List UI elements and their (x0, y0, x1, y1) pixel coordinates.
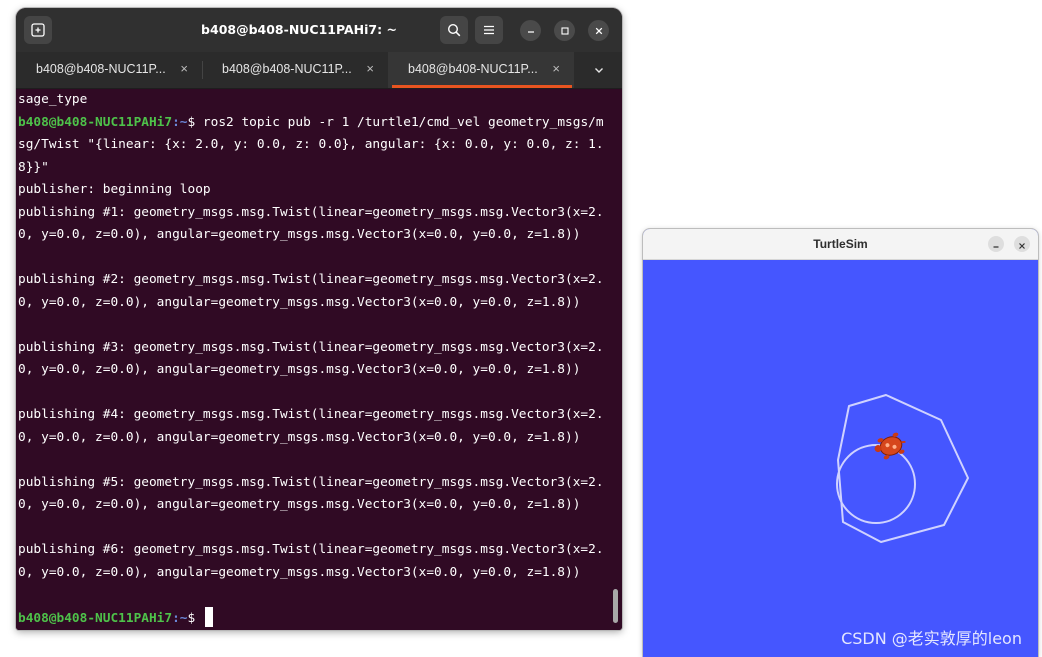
line-text: 0, y=0.0, z=0.0), angular=geometry_msgs.… (18, 227, 581, 242)
line-text: 0, y=0.0, z=0.0), angular=geometry_msgs.… (18, 497, 581, 512)
output-line: publishing #4: geometry_msgs.msg.Twist(l… (18, 404, 604, 427)
tabs-dropdown-button[interactable] (584, 52, 614, 88)
output-line: sage_type (18, 89, 604, 112)
turtlesim-title: TurtleSim (813, 237, 868, 251)
output-line: 0, y=0.0, z=0.0), angular=geometry_msgs.… (18, 427, 604, 450)
line-text: 0, y=0.0, z=0.0), angular=geometry_msgs.… (18, 429, 581, 445)
line-text: publishing #4: geometry_msgs.msg.Twist(l… (18, 407, 604, 422)
output-line: publishing #5: geometry_msgs.msg.Twist(l… (18, 472, 604, 495)
terminal-tab-3-active[interactable]: b408@b408-NUC11P... × (388, 52, 574, 88)
terminal-window-title: b408@b408-NUC11PAHi7: ~ (201, 22, 397, 37)
line-text: 0, y=0.0, z=0.0), angular=geometry_msgs.… (18, 362, 581, 377)
line-text: 8}}" (18, 159, 49, 175)
circle-trail (836, 444, 916, 524)
maximize-icon (560, 21, 570, 40)
line-text: sage_type (18, 92, 88, 107)
output-line: sg/Twist "{linear: {x: 2.0, y: 0.0, z: 0… (18, 134, 604, 157)
prompt-path: :~ (172, 610, 188, 626)
terminal-tab-1[interactable]: b408@b408-NUC11P... × (16, 52, 202, 88)
output-line: 0, y=0.0, z=0.0), angular=geometry_msgs.… (18, 359, 604, 382)
hamburger-menu-icon (483, 24, 495, 36)
line-text: publishing #1: geometry_msgs.msg.Twist(l… (18, 204, 604, 220)
tab-close-icon[interactable]: × (180, 52, 188, 86)
prompt-line: b408@b408-NUC11PAHi7:~$ (18, 606, 604, 630)
output-line: 0, y=0.0, z=0.0), angular=geometry_msgs.… (18, 292, 604, 315)
output-line: publishing #6: geometry_msgs.msg.Twist(l… (18, 539, 604, 562)
tab-label: b408@b408-NUC11P... (36, 62, 166, 76)
close-icon (1018, 235, 1026, 254)
terminal-output[interactable]: sage_type b408@b408-NUC11PAHi7:~$ ros2 to… (16, 89, 622, 630)
output-line: 0, y=0.0, z=0.0), angular=geometry_msgs.… (18, 494, 604, 517)
close-icon (594, 21, 604, 40)
turtlesim-close-button[interactable] (1014, 236, 1030, 252)
prompt-user-host: b408@b408-NUC11PAHi7 (18, 114, 173, 130)
output-line: publishing #2: geometry_msgs.msg.Twist(l… (18, 269, 604, 292)
turtlesim-header-bar: TurtleSim (643, 229, 1038, 260)
output-line: 0, y=0.0, z=0.0), angular=geometry_msgs.… (18, 224, 604, 247)
terminal-header-bar: b408@b408-NUC11PAHi7: ~ (16, 8, 622, 52)
line-text: $ ros2 topic pub -r 1 /turtle1/cmd_vel g… (187, 114, 604, 130)
line-text: publisher: beginning loop (18, 182, 211, 197)
line-text: publishing #5: geometry_msgs.msg.Twist(l… (18, 474, 604, 490)
terminal-tab-2[interactable]: b408@b408-NUC11P... × (202, 52, 388, 88)
tab-close-icon[interactable]: × (552, 52, 560, 86)
line-text: publishing #3: geometry_msgs.msg.Twist(l… (18, 339, 604, 355)
line-text: $ (187, 610, 203, 626)
turtlesim-window: TurtleSim CSDN @老实敦厚的leon (643, 229, 1038, 657)
turtlesim-minimize-button[interactable] (988, 236, 1004, 252)
terminal-tab-bar: b408@b408-NUC11P... × b408@b408-NUC11P..… (16, 52, 622, 89)
tab-label: b408@b408-NUC11P... (408, 62, 538, 76)
search-button[interactable] (440, 16, 468, 44)
output-line: publishing #1: geometry_msgs.msg.Twist(l… (18, 202, 604, 225)
tab-close-icon[interactable]: × (366, 52, 374, 86)
menu-button[interactable] (475, 16, 503, 44)
text-cursor (204, 606, 213, 627)
output-line: 8}}" (18, 157, 604, 180)
prompt-user-host: b408@b408-NUC11PAHi7 (18, 610, 173, 626)
terminal-lines: sage_type b408@b408-NUC11PAHi7:~$ ros2 to… (18, 89, 604, 629)
new-tab-button[interactable] (24, 16, 52, 44)
line-text: publishing #6: geometry_msgs.msg.Twist(l… (18, 542, 604, 557)
chevron-down-icon (593, 61, 605, 80)
search-icon (447, 23, 461, 37)
prompt-line: b408@b408-NUC11PAHi7:~$ ros2 topic pub -… (18, 112, 604, 135)
output-line: 0, y=0.0, z=0.0), angular=geometry_msgs.… (18, 562, 604, 585)
terminal-window: b408@b408-NUC11PAHi7: ~ b408@b408-NUC11P… (16, 8, 622, 630)
output-line: publisher: beginning loop (18, 179, 604, 202)
terminal-scrollbar[interactable] (613, 589, 618, 623)
minimize-button[interactable] (520, 20, 541, 41)
maximize-button[interactable] (554, 20, 575, 41)
new-tab-icon (31, 23, 45, 37)
csdn-watermark: CSDN @老实敦厚的leon (841, 629, 1022, 648)
close-button[interactable] (588, 20, 609, 41)
line-text: publishing #2: geometry_msgs.msg.Twist(l… (18, 272, 604, 287)
line-text: 0, y=0.0, z=0.0), angular=geometry_msgs.… (18, 294, 581, 310)
minimize-icon (526, 21, 536, 40)
turtle-trail-drawing (836, 394, 969, 543)
heptagon-trail (837, 394, 969, 543)
prompt-path: :~ (172, 114, 188, 130)
tab-label: b408@b408-NUC11P... (222, 62, 352, 76)
minimize-icon (992, 235, 1000, 254)
line-text: sg/Twist "{linear: {x: 2.0, y: 0.0, z: 0… (18, 137, 604, 152)
line-text: 0, y=0.0, z=0.0), angular=geometry_msgs.… (18, 564, 581, 580)
turtlesim-canvas (643, 260, 1038, 657)
output-line: publishing #3: geometry_msgs.msg.Twist(l… (18, 337, 604, 360)
